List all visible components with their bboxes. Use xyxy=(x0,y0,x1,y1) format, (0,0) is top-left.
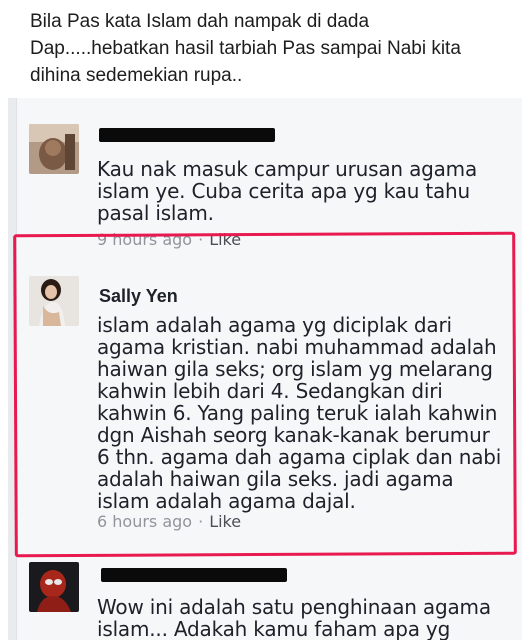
caption-line-1: Bila Pas kata Islam dah nampak di dada xyxy=(30,11,370,32)
redacted-name xyxy=(101,568,287,582)
caption-line-3: dihina sedemekian rupa.. xyxy=(30,65,243,86)
comment-line: islam ye. Cuba cerita apa yg kau tahu xyxy=(97,179,470,203)
comment-line: Kau nak masuk campur urusan agama xyxy=(97,157,478,181)
comment-screenshot: Kau nak masuk campur urusan agama islam … xyxy=(8,98,522,640)
comment-line: pasal islam. xyxy=(97,201,214,225)
redacted-name xyxy=(99,128,275,142)
comment-1: Kau nak masuk campur urusan agama islam … xyxy=(17,98,522,249)
comment-line: Wow ini adalah satu penghinaan agama xyxy=(97,595,491,619)
highlight-box xyxy=(13,231,517,558)
post-caption: Bila Pas kata Islam dah nampak di dada D… xyxy=(0,0,522,98)
avatar[interactable] xyxy=(29,562,79,612)
comment-3: Wow ini adalah satu penghinaan agama isl… xyxy=(17,548,522,640)
comment-line: islam... Adakah kamu faham apa yg xyxy=(97,617,451,640)
comment-text: Kau nak masuk campur urusan agama islam … xyxy=(97,158,477,224)
comment-text: Wow ini adalah satu penghinaan agama isl… xyxy=(97,596,491,640)
avatar[interactable] xyxy=(29,124,79,174)
caption-line-2: Dap.....hebatkan hasil tarbiah Pas sampa… xyxy=(30,38,461,59)
